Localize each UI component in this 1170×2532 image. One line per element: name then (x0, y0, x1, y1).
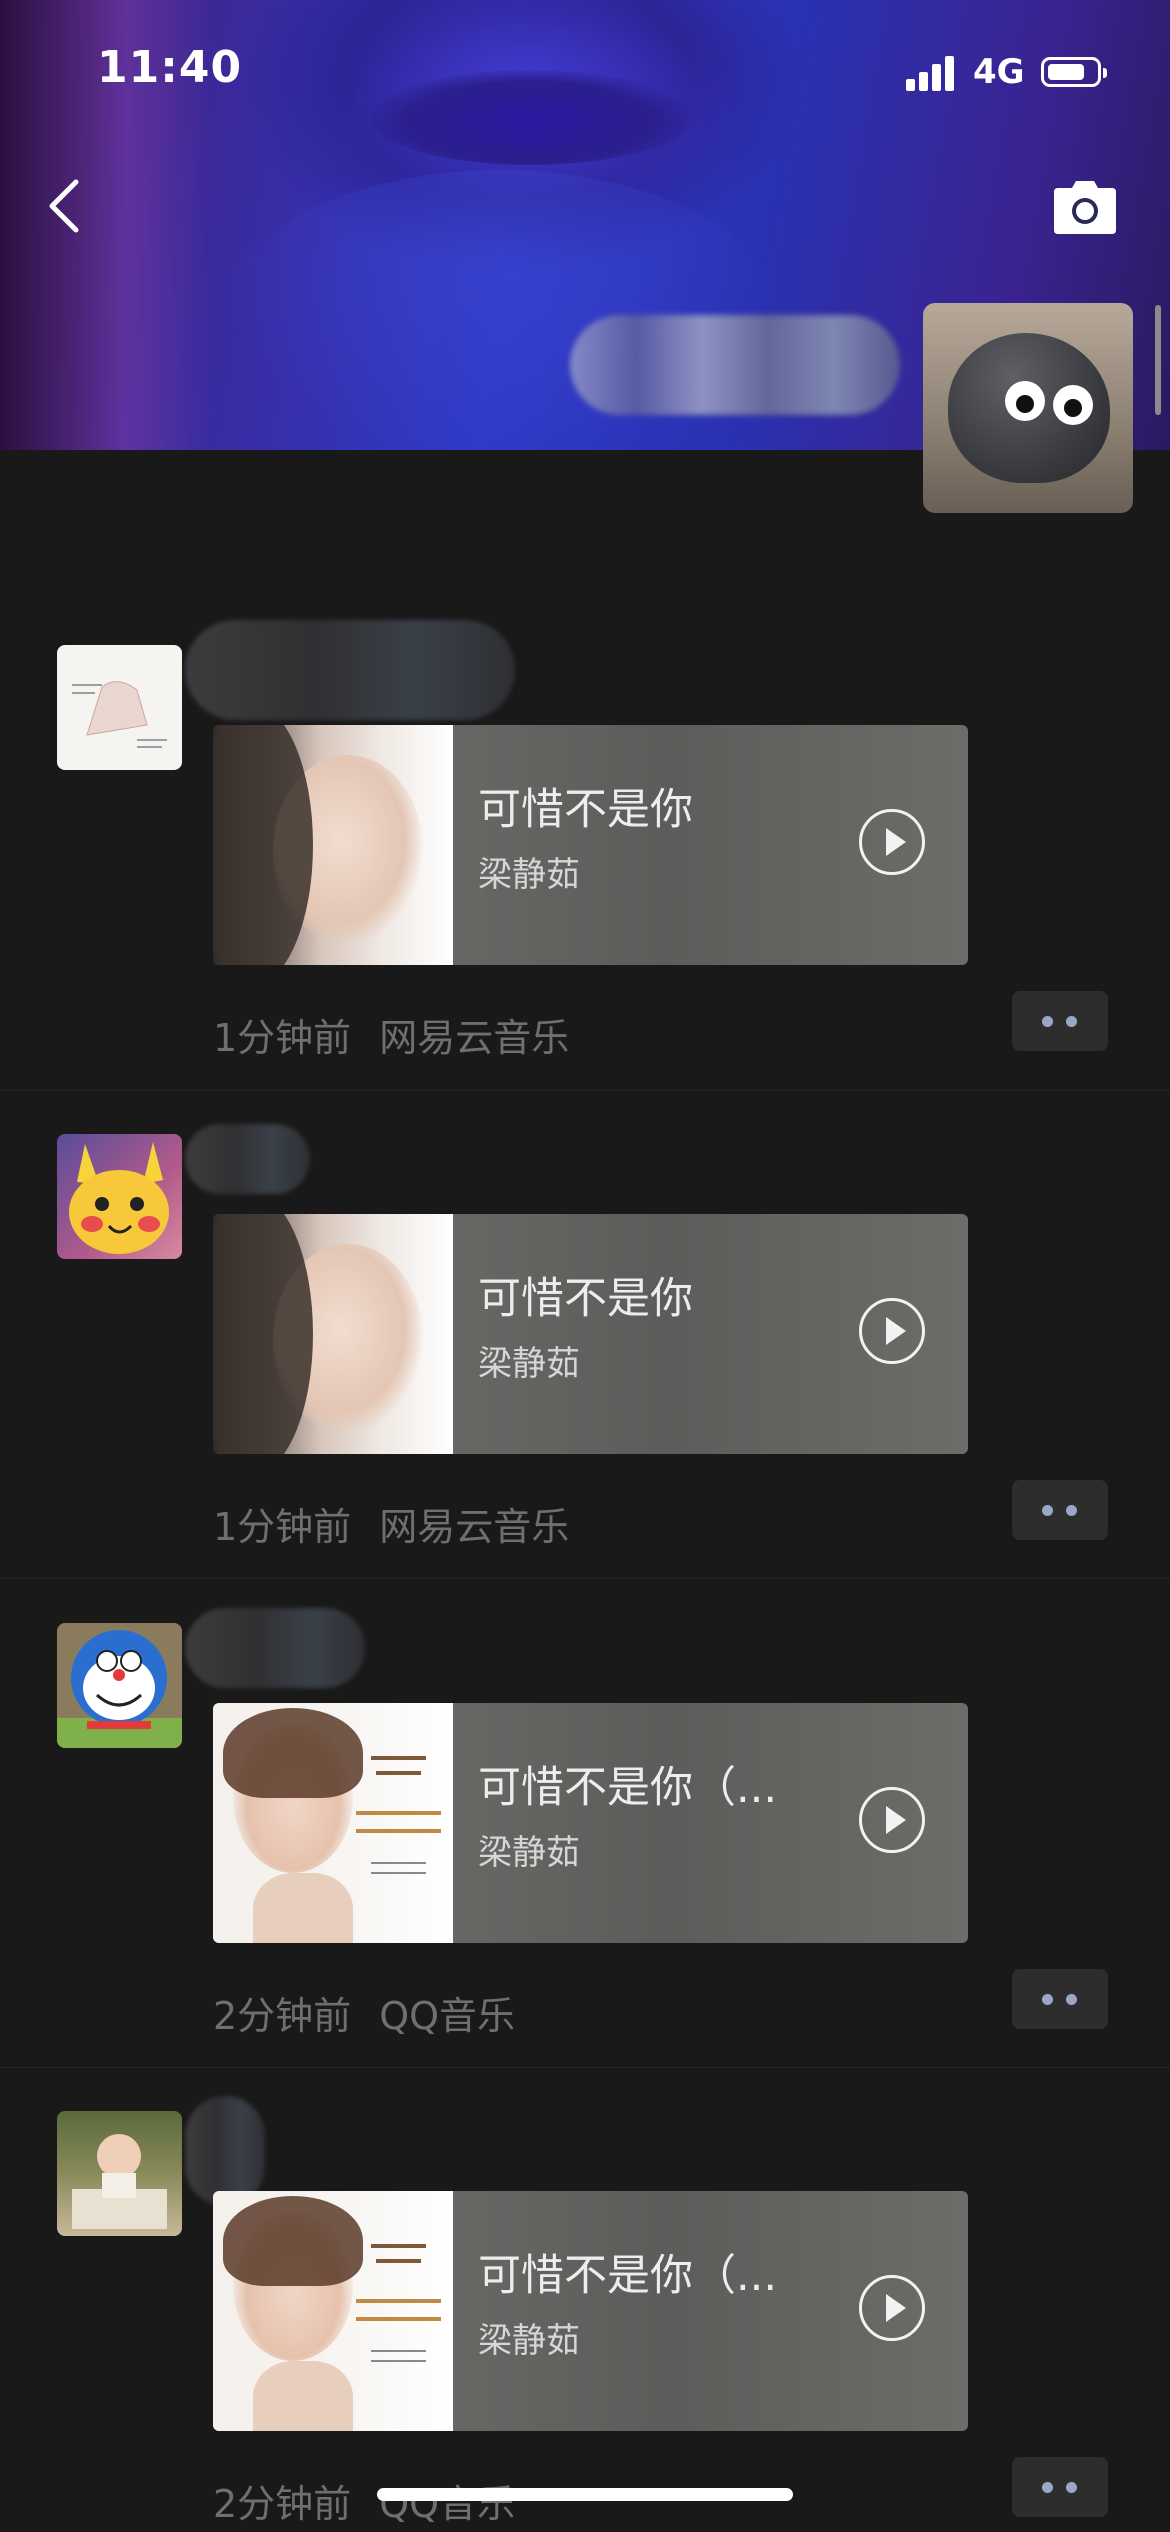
song-title: 可惜不是你 (478, 785, 693, 835)
song-artist: 梁静茹 (478, 855, 580, 895)
divider (0, 2067, 1170, 2068)
play-icon[interactable] (859, 809, 925, 875)
nickname-blurred (185, 1608, 365, 1688)
song-title: 可惜不是你 (478, 1274, 693, 1324)
scroll-indicator (1155, 305, 1161, 415)
post-source[interactable]: 网易云音乐 (379, 1505, 569, 1549)
battery-icon (1041, 57, 1107, 87)
more-actions-button[interactable] (1012, 1480, 1108, 1540)
home-indicator[interactable] (377, 2488, 793, 2501)
post-time: 2分钟前 (213, 1994, 352, 2038)
post-time: 2分钟前 (213, 2482, 352, 2526)
album-cover (213, 2191, 453, 2431)
post-meta: 1分钟前 网易云音乐 (213, 1007, 569, 1062)
song-title: 可惜不是你（... (478, 2251, 778, 2301)
nickname-blurred (185, 620, 515, 720)
post-source[interactable]: QQ音乐 (379, 1994, 515, 2038)
more-actions-button[interactable] (1012, 991, 1108, 1051)
network-type: 4G (973, 52, 1025, 92)
signal-icon (906, 55, 962, 91)
more-actions-button[interactable] (1012, 1969, 1108, 2029)
divider (0, 1578, 1170, 1579)
play-icon[interactable] (859, 1787, 925, 1853)
status-time: 11:40 (97, 42, 243, 93)
nickname-blurred (185, 1124, 310, 1194)
avatar[interactable] (57, 1134, 182, 1259)
profile-name-blurred (570, 315, 900, 415)
album-cover (213, 1214, 453, 1454)
song-artist: 梁静茹 (478, 1344, 580, 1384)
profile-avatar[interactable] (923, 303, 1133, 513)
song-title: 可惜不是你（... (478, 1763, 778, 1813)
divider (0, 1090, 1170, 1091)
album-cover (213, 725, 453, 965)
play-icon[interactable] (859, 2275, 925, 2341)
play-icon[interactable] (859, 1298, 925, 1364)
avatar[interactable] (57, 1623, 182, 1748)
song-artist: 梁静茹 (478, 1833, 580, 1873)
music-card[interactable]: 可惜不是你（... 梁静茹 (213, 1703, 968, 1943)
nickname-blurred (185, 2096, 265, 2206)
post-meta: 2分钟前 QQ音乐 (213, 1985, 515, 2040)
album-cover (213, 1703, 453, 1943)
avatar[interactable] (57, 2111, 182, 2236)
post-meta: 1分钟前 网易云音乐 (213, 1496, 569, 1551)
more-actions-button[interactable] (1012, 2457, 1108, 2517)
music-card[interactable]: 可惜不是你 梁静茹 (213, 1214, 968, 1454)
music-card[interactable]: 可惜不是你（... 梁静茹 (213, 2191, 968, 2431)
cover-lips (370, 70, 690, 165)
music-card[interactable]: 可惜不是你 梁静茹 (213, 725, 968, 965)
song-artist: 梁静茹 (478, 2321, 580, 2361)
camera-icon[interactable] (1050, 178, 1120, 238)
back-chevron-icon[interactable] (40, 176, 90, 236)
post-source[interactable]: 网易云音乐 (379, 1016, 569, 1060)
post-time: 1分钟前 (213, 1505, 352, 1549)
post-time: 1分钟前 (213, 1016, 352, 1060)
avatar[interactable] (57, 645, 182, 770)
